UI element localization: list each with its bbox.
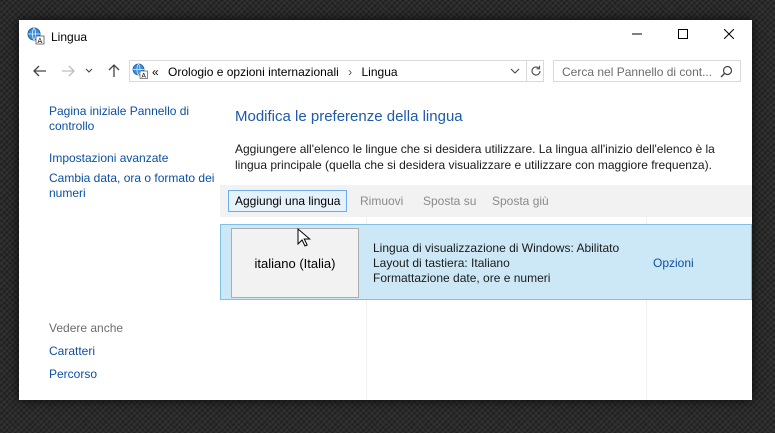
sidebar-link-control-panel-home[interactable]: Pagina iniziale Pannello di controllo [49, 104, 199, 134]
language-details: Lingua di visualizzazione di Windows: Ab… [373, 241, 619, 286]
up-arrow-icon [108, 64, 120, 77]
add-language-button[interactable]: Aggiungi una lingua [228, 190, 348, 212]
breadcrumb: « Orologio e opzioni internazionali › Li… [152, 65, 398, 79]
minimize-button[interactable] [614, 20, 660, 48]
see-also-heading: Vedere anche [49, 321, 124, 335]
breadcrumb-item-language[interactable]: Lingua [362, 65, 398, 79]
sidebar: Pagina iniziale Pannello di controllo Im… [49, 104, 229, 201]
language-options-link[interactable]: Opzioni [653, 256, 694, 270]
sidebar-link-change-date-format[interactable]: Cambia data, ora o formato dei numeri [49, 171, 219, 201]
window-title: Lingua [51, 30, 88, 44]
see-also-link-location[interactable]: Percorso [49, 367, 97, 382]
chevron-down-icon [510, 68, 520, 74]
maximize-icon [678, 29, 688, 39]
page-title: Modifica le preferenze della lingua [235, 108, 463, 125]
move-down-button[interactable]: Sposta giù [486, 190, 555, 212]
page-description: Aggiungere all'elenco le lingue che si d… [235, 142, 715, 172]
address-dropdown-button[interactable] [509, 65, 521, 77]
close-button[interactable] [706, 20, 752, 48]
forward-button[interactable] [59, 62, 77, 80]
language-app-icon: A [27, 27, 45, 45]
refresh-button[interactable] [526, 61, 545, 81]
language-window: A Lingua A « Orologio e opzioni internaz… [19, 20, 752, 400]
search-input[interactable]: Cerca nel Pannello di cont... [562, 65, 712, 79]
refresh-icon [531, 65, 541, 76]
title-bar[interactable]: A Lingua [19, 20, 752, 52]
svg-text:A: A [142, 72, 147, 80]
back-button[interactable] [31, 62, 49, 80]
sidebar-link-advanced-settings[interactable]: Impostazioni avanzate [49, 151, 229, 166]
remove-button[interactable]: Rimuovi [354, 190, 409, 212]
formatting-status: Formattazione date, ore e numeri [373, 271, 551, 285]
forward-arrow-icon [62, 65, 75, 77]
minimize-icon [632, 33, 642, 35]
search-box[interactable]: Cerca nel Pannello di cont... [553, 60, 741, 82]
up-button[interactable] [105, 62, 123, 80]
back-arrow-icon [33, 65, 46, 77]
language-tile[interactable]: italiano (Italia) [231, 228, 359, 298]
see-also-link-fonts[interactable]: Caratteri [49, 344, 95, 359]
chevron-down-icon [85, 68, 93, 73]
control-panel-icon: A [132, 63, 148, 80]
close-icon [724, 29, 734, 39]
display-language-status: Lingua di visualizzazione di Windows: Ab… [373, 241, 620, 255]
address-bar[interactable]: A « Orologio e opzioni internazionali › … [129, 60, 544, 82]
search-icon[interactable] [720, 65, 733, 78]
mouse-pointer-icon [297, 228, 311, 247]
move-up-button[interactable]: Sposta su [417, 190, 482, 212]
breadcrumb-overflow[interactable]: « [152, 65, 159, 79]
maximize-button[interactable] [660, 20, 706, 48]
navigation-bar: A « Orologio e opzioni internazionali › … [19, 52, 752, 92]
breadcrumb-separator-icon[interactable]: › [348, 65, 352, 79]
language-toolbar: Aggiungi una lingua Rimuovi Sposta su Sp… [220, 185, 752, 217]
svg-text:A: A [38, 37, 43, 45]
keyboard-layout-status: Layout di tastiera: Italiano [373, 256, 510, 270]
breadcrumb-item-region[interactable]: Orologio e opzioni internazionali [168, 65, 339, 79]
recent-locations-button[interactable] [83, 62, 95, 80]
